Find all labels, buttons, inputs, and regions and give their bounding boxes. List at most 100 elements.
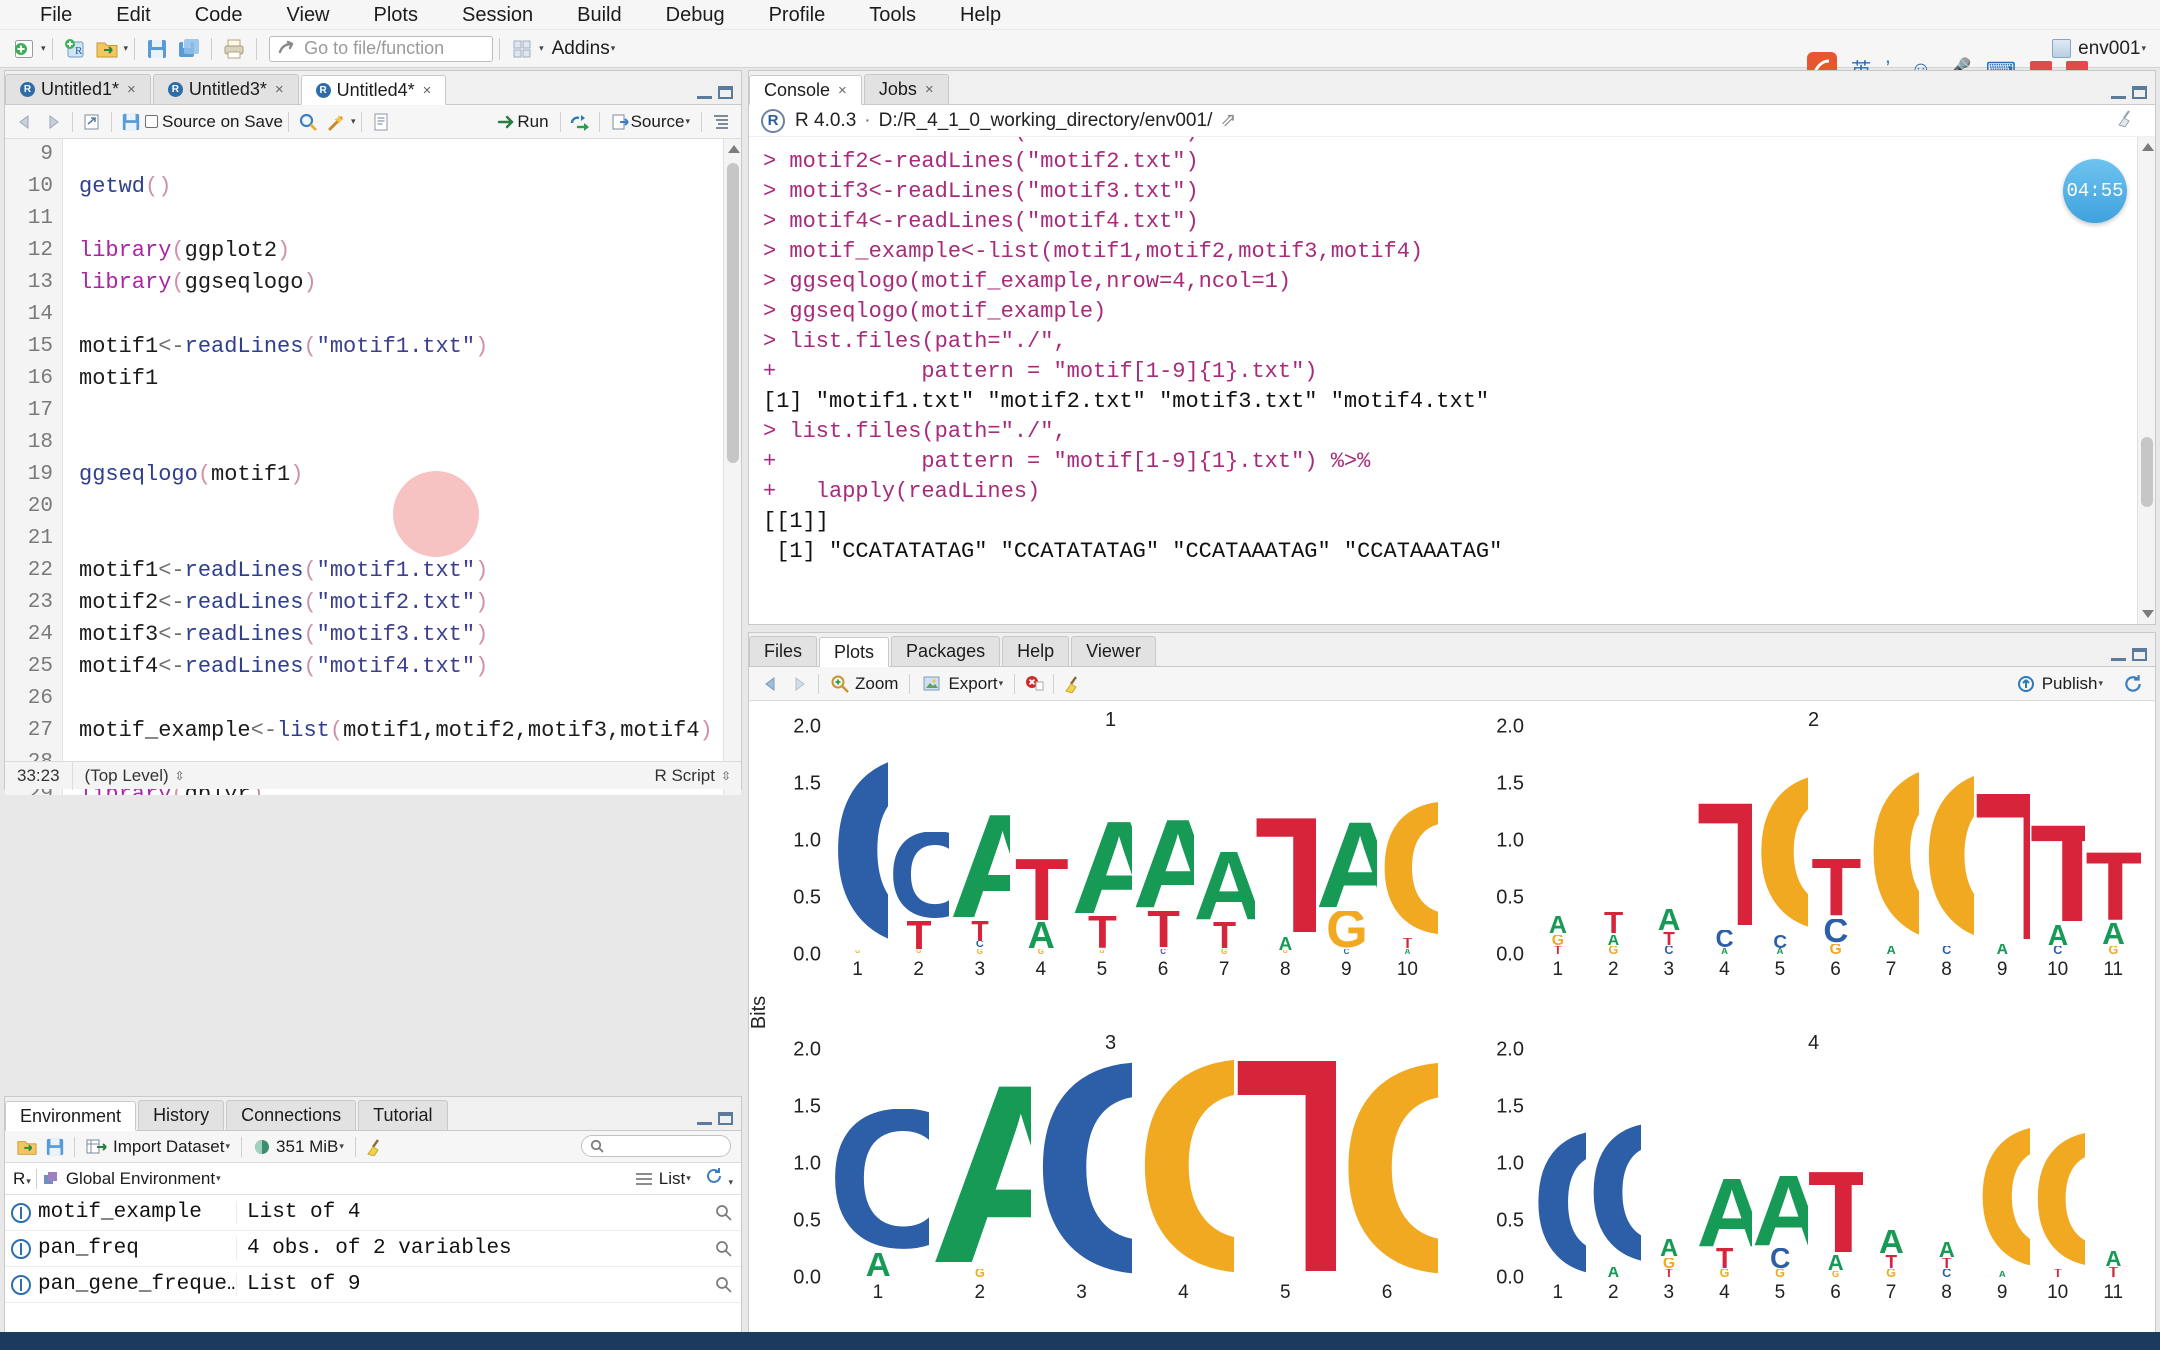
- environment-row[interactable]: pan_gene_freque… List of 9: [5, 1267, 741, 1303]
- tab-source-untitled4-[interactable]: R Untitled4* ×: [300, 75, 447, 105]
- code-line[interactable]: 27 motif_example<-list(motif1,motif2,moti…: [5, 715, 741, 747]
- menu-item-file[interactable]: File: [18, 0, 94, 30]
- tab-plots-viewer[interactable]: Viewer: [1071, 636, 1156, 666]
- publish-button[interactable]: Publish ▾: [2017, 674, 2111, 694]
- tab-source-untitled3-[interactable]: R Untitled3* ×: [152, 74, 299, 104]
- code-line[interactable]: 25 motif4<-readLines("motif4.txt"): [5, 651, 741, 683]
- menu-item-help[interactable]: Help: [938, 0, 1023, 30]
- open-file-button[interactable]: [92, 34, 122, 64]
- minimize-pane-icon[interactable]: [2111, 95, 2126, 99]
- refresh-button[interactable]: ▾: [705, 1167, 733, 1190]
- compile-report-button[interactable]: [367, 109, 395, 135]
- maximize-pane-icon[interactable]: [2132, 648, 2147, 661]
- code-line[interactable]: 14: [5, 299, 741, 331]
- maximize-pane-icon[interactable]: [718, 1112, 733, 1125]
- clear-plots-button[interactable]: [1059, 671, 1087, 697]
- maximize-pane-icon[interactable]: [718, 86, 733, 99]
- save-all-button[interactable]: [174, 34, 204, 64]
- save-source-button[interactable]: [117, 109, 145, 135]
- new-project-button[interactable]: R: [60, 34, 90, 64]
- code-tools-button[interactable]: [322, 109, 350, 135]
- view-variable-icon[interactable]: [705, 1204, 741, 1221]
- tab-plots-help[interactable]: Help: [1002, 636, 1070, 666]
- menu-item-build[interactable]: Build: [555, 0, 643, 30]
- code-line[interactable]: 9: [5, 139, 741, 171]
- code-line[interactable]: 24 motif3<-readLines("motif3.txt"): [5, 619, 741, 651]
- new-file-caret-icon[interactable]: ▾: [41, 43, 46, 54]
- menu-item-debug[interactable]: Debug: [644, 0, 747, 30]
- environment-search-input[interactable]: [581, 1135, 731, 1157]
- editor-scroll-thumb[interactable]: [727, 163, 739, 463]
- plot-canvas[interactable]: Bits 10.00.51.01.52.0CG1CTG2ATCG3TAG4ATG…: [748, 701, 2155, 1345]
- global-environment-selector[interactable]: Global Environment ▾: [42, 1169, 221, 1189]
- tab-plots-packages[interactable]: Packages: [891, 636, 1001, 666]
- code-editor[interactable]: 9 10 getwd() 11 12 library(ggplot2) 13 library(…: [5, 139, 741, 795]
- code-line[interactable]: 13 library(ggseqlogo): [5, 267, 741, 299]
- tab-plots-files[interactable]: Files: [749, 636, 818, 666]
- minimize-pane-icon[interactable]: [2111, 657, 2126, 661]
- menu-item-tools[interactable]: Tools: [847, 0, 938, 30]
- code-tools-caret-icon[interactable]: ▾: [351, 116, 356, 127]
- minimize-pane-icon[interactable]: [697, 95, 712, 99]
- view-mode-selector[interactable]: List ▾: [635, 1169, 691, 1189]
- document-type-selector[interactable]: R Script ⇳: [654, 766, 741, 786]
- language-selector[interactable]: R▾: [13, 1169, 31, 1189]
- open-file-caret-icon[interactable]: ▾: [124, 43, 129, 54]
- open-directory-icon[interactable]: ⇗: [1220, 109, 1236, 132]
- environment-row[interactable]: pan_freq 4 obs. of 2 variables: [5, 1231, 741, 1267]
- console-output[interactable]: > motif1<-readLines("motif1.txt") > motif…: [749, 137, 2155, 624]
- tab-console-console[interactable]: Console ×: [749, 75, 862, 105]
- tab-source-untitled1-[interactable]: R Untitled1* ×: [5, 74, 151, 104]
- editor-scrollbar[interactable]: [723, 139, 741, 795]
- code-line[interactable]: 11: [5, 203, 741, 235]
- environment-row[interactable]: motif_example List of 4: [5, 1195, 741, 1231]
- close-icon[interactable]: ×: [925, 81, 934, 98]
- save-workspace-button[interactable]: [41, 1134, 69, 1160]
- find-replace-button[interactable]: [294, 109, 322, 135]
- close-icon[interactable]: ×: [423, 82, 432, 99]
- plot-previous-button[interactable]: [757, 671, 785, 697]
- tab-env-history[interactable]: History: [138, 1100, 225, 1130]
- source-button[interactable]: Source ▾: [605, 110, 696, 134]
- plot-zoom-button[interactable]: Zoom: [824, 672, 904, 696]
- code-line[interactable]: 23 motif2<-readLines("motif2.txt"): [5, 587, 741, 619]
- clear-workspace-button[interactable]: [361, 1134, 389, 1160]
- console-scroll-thumb[interactable]: [2141, 437, 2153, 507]
- tab-console-jobs[interactable]: Jobs ×: [863, 74, 949, 104]
- tab-env-connections[interactable]: Connections: [226, 1100, 357, 1130]
- outline-button[interactable]: [707, 109, 735, 135]
- tab-env-environment[interactable]: Environment: [5, 1101, 137, 1131]
- import-dataset-button[interactable]: Import Dataset ▾: [80, 1135, 236, 1159]
- view-variable-icon[interactable]: [705, 1240, 741, 1257]
- new-file-button[interactable]: [9, 34, 39, 64]
- code-line[interactable]: 18: [5, 427, 741, 459]
- show-in-new-window-button[interactable]: [78, 109, 106, 135]
- close-icon[interactable]: ×: [127, 81, 136, 98]
- back-nav-button[interactable]: [11, 109, 39, 135]
- code-line[interactable]: 26: [5, 683, 741, 715]
- console-scroll-up-icon[interactable]: [2142, 143, 2154, 151]
- workspace-panes-button[interactable]: [507, 34, 537, 64]
- code-lines[interactable]: 9 10 getwd() 11 12 library(ggplot2) 13 library(…: [5, 139, 741, 795]
- code-line[interactable]: 17: [5, 395, 741, 427]
- menu-item-view[interactable]: View: [265, 0, 352, 30]
- code-line[interactable]: 15 motif1<-readLines("motif1.txt"): [5, 331, 741, 363]
- run-button[interactable]: Run: [491, 110, 554, 134]
- code-line[interactable]: 20: [5, 491, 741, 523]
- view-variable-icon[interactable]: [705, 1276, 741, 1293]
- scope-selector[interactable]: (Top Level) ⇳: [73, 762, 197, 790]
- save-button[interactable]: [142, 34, 172, 64]
- plot-next-button[interactable]: [785, 671, 813, 697]
- plot-export-button[interactable]: Export ▾: [915, 672, 1009, 696]
- rerun-button[interactable]: [566, 109, 594, 135]
- maximize-pane-icon[interactable]: [2132, 86, 2147, 99]
- expand-icon[interactable]: [11, 1202, 31, 1223]
- console-scroll-down-icon[interactable]: [2142, 610, 2154, 618]
- expand-icon[interactable]: [11, 1274, 31, 1295]
- menu-item-plots[interactable]: Plots: [352, 0, 440, 30]
- load-workspace-button[interactable]: [13, 1134, 41, 1160]
- code-line[interactable]: 12 library(ggplot2): [5, 235, 741, 267]
- environment-variable-list[interactable]: motif_example List of 4 pan_freq 4 obs. of …: [5, 1195, 741, 1303]
- code-line[interactable]: 22 motif1<-readLines("motif1.txt"): [5, 555, 741, 587]
- scroll-up-arrow-icon[interactable]: [728, 145, 740, 153]
